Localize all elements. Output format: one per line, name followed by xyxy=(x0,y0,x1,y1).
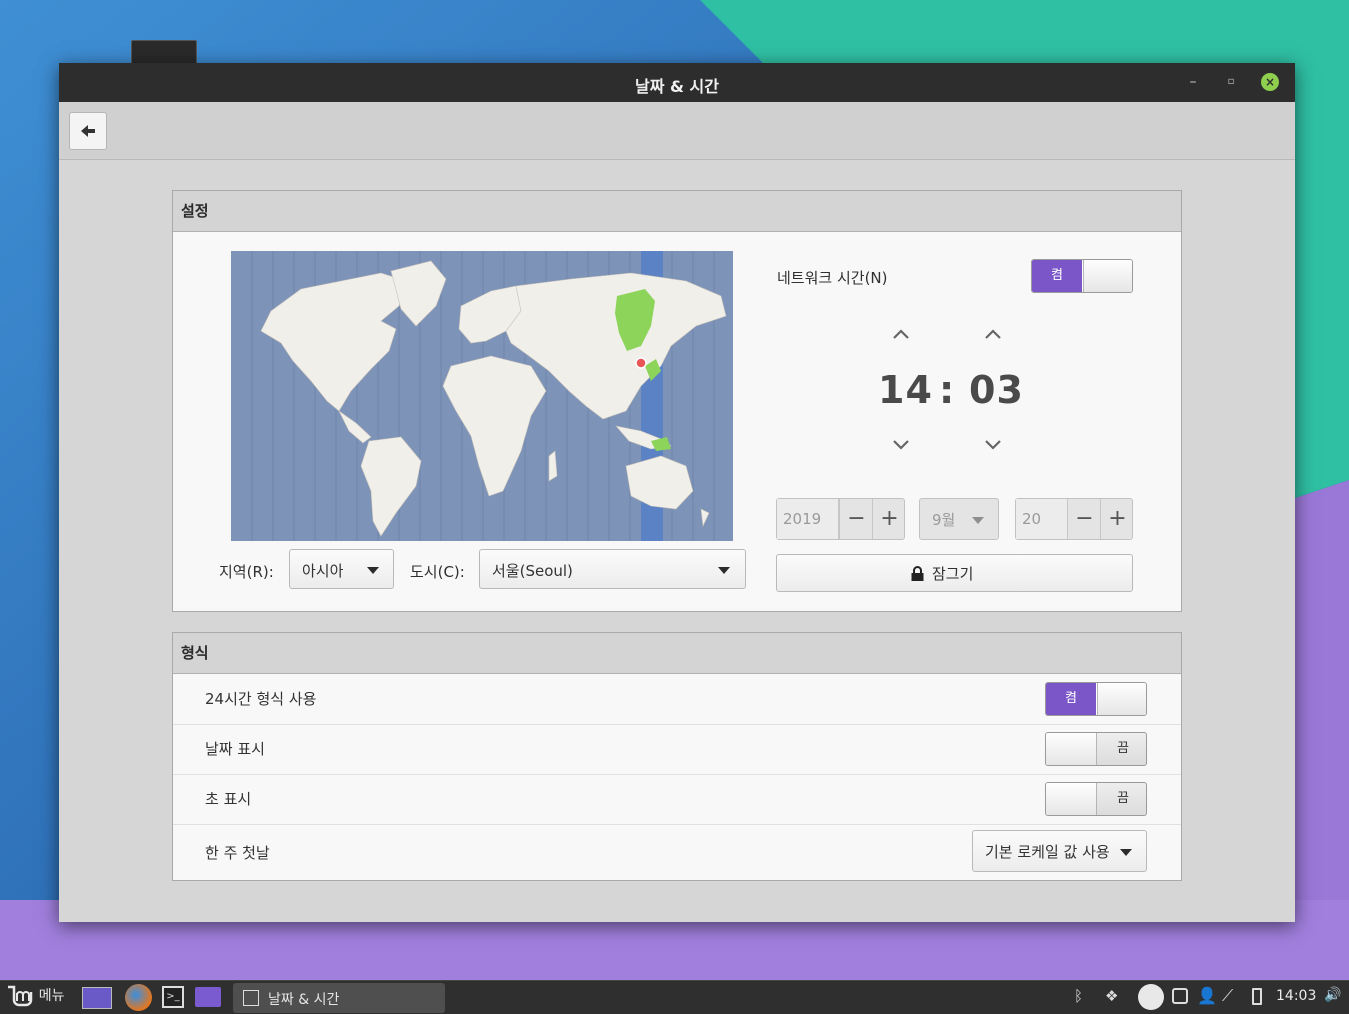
formats-frame: 형식 24시간 형식 사용 켬 날짜 표시 끔 초 표시 끔 한 주 첫날 기본… xyxy=(172,632,1182,881)
switch-off-label: 끔 xyxy=(1117,741,1129,756)
taskbar-panel: 메뉴 >_ 날짜 & 시간 ᛒ ❖ 👤 ⟋ 14:03 🔊 xyxy=(0,980,1349,1014)
lock-button[interactable]: 잠그기 xyxy=(776,554,1133,592)
show-date-switch[interactable]: 끔 xyxy=(1045,732,1147,766)
firefox-icon[interactable] xyxy=(125,984,152,1011)
taskbar-window-label: 날짜 & 시간 xyxy=(268,992,340,1008)
format-row-show-seconds: 초 표시 끔 xyxy=(173,774,1181,825)
day-spinbutton[interactable]: 20 − + xyxy=(1015,498,1133,540)
day-decrement-button[interactable]: − xyxy=(1067,499,1101,539)
switch-knob xyxy=(1083,260,1132,292)
first-weekday-value: 기본 로케일 값 사용 xyxy=(985,843,1110,861)
month-combobox[interactable]: 9월 xyxy=(919,498,999,540)
format-row-show-date: 날짜 표시 끔 xyxy=(173,724,1181,775)
user-icon[interactable]: 👤 xyxy=(1197,986,1217,1011)
window-app-icon xyxy=(243,990,259,1006)
show-seconds-switch[interactable]: 끔 xyxy=(1045,782,1147,816)
region-combobox[interactable]: 아시아 xyxy=(289,549,394,589)
dropbox-icon[interactable]: ❖ xyxy=(1105,987,1118,1012)
folder-icon[interactable] xyxy=(195,987,221,1007)
year-value[interactable]: 2019 xyxy=(777,499,839,539)
switch-knob xyxy=(1046,783,1097,815)
day-increment-button[interactable]: + xyxy=(1100,499,1134,539)
battery-icon[interactable] xyxy=(1252,988,1262,1005)
settings-header: 설정 xyxy=(173,191,1181,232)
first-weekday-combobox[interactable]: 기본 로케일 값 사용 xyxy=(972,830,1147,872)
title-bar[interactable]: 날짜 & 시간 – ▫ × xyxy=(59,63,1295,102)
arrow-left-icon xyxy=(81,125,95,137)
network-time-label: 네트워크 시간(N) xyxy=(777,269,888,287)
taskbar-window-button[interactable]: 날짜 & 시간 xyxy=(233,983,445,1013)
date-time-window: 날짜 & 시간 – ▫ × 설정 지역(R): 아시아 도시(C): 서울(Se… xyxy=(59,63,1295,922)
hour-down-icon[interactable] xyxy=(889,437,913,453)
volume-icon[interactable]: 🔊 xyxy=(1324,987,1341,1012)
row-label: 한 주 첫날 xyxy=(205,844,270,862)
hour-value[interactable]: 14 xyxy=(878,368,933,412)
year-spinbutton[interactable]: 2019 − + xyxy=(776,498,905,540)
city-label: 도시(C): xyxy=(410,563,465,581)
row-label: 24시간 형식 사용 xyxy=(205,690,317,708)
content-area: 설정 지역(R): 아시아 도시(C): 서울(Seoul) 네트워크 시간(N… xyxy=(59,160,1295,922)
format-row-24h: 24시간 형식 사용 켬 xyxy=(173,674,1181,725)
switch-knob xyxy=(1097,683,1146,715)
maximize-icon[interactable]: ▫ xyxy=(1221,72,1241,92)
switch-knob xyxy=(1046,733,1097,765)
chevron-down-icon xyxy=(1120,849,1132,856)
menu-button[interactable]: 메뉴 xyxy=(6,984,65,1009)
hour-up-icon[interactable] xyxy=(889,327,913,343)
switch-on-label: 켬 xyxy=(1032,260,1082,292)
toolbar xyxy=(59,102,1295,160)
row-label: 초 표시 xyxy=(205,790,252,808)
status-circle-icon[interactable] xyxy=(1138,984,1164,1010)
terminal-icon[interactable]: >_ xyxy=(162,986,184,1008)
chevron-down-icon xyxy=(972,517,984,524)
region-label: 지역(R): xyxy=(219,563,274,581)
bluetooth-icon[interactable]: ᛒ xyxy=(1074,987,1083,1012)
city-combobox[interactable]: 서울(Seoul) xyxy=(479,549,746,589)
panel-clock[interactable]: 14:03 xyxy=(1276,988,1316,1013)
minute-value[interactable]: 03 xyxy=(969,368,1024,412)
city-value: 서울(Seoul) xyxy=(492,562,573,580)
formats-header: 형식 xyxy=(173,633,1181,674)
use-24h-switch[interactable]: 켬 xyxy=(1045,682,1147,716)
window-title: 날짜 & 시간 xyxy=(635,77,719,96)
timezone-map[interactable] xyxy=(231,251,733,541)
close-icon[interactable]: × xyxy=(1261,73,1279,91)
show-desktop-icon[interactable] xyxy=(82,987,112,1009)
time-separator: : xyxy=(939,368,956,412)
update-manager-icon[interactable] xyxy=(1172,988,1188,1004)
year-increment-button[interactable]: + xyxy=(872,499,906,539)
switch-on-label: 켬 xyxy=(1046,683,1096,715)
minimize-icon[interactable]: – xyxy=(1183,72,1203,92)
row-label: 날짜 표시 xyxy=(205,740,265,758)
network-time-switch[interactable]: 켬 xyxy=(1031,259,1133,293)
menu-label: 메뉴 xyxy=(38,987,65,1004)
month-value: 9월 xyxy=(932,511,956,529)
chevron-down-icon xyxy=(367,567,379,574)
network-icon[interactable]: ⟋ xyxy=(1222,986,1233,1011)
minute-down-icon[interactable] xyxy=(981,437,1005,453)
settings-frame: 설정 지역(R): 아시아 도시(C): 서울(Seoul) 네트워크 시간(N… xyxy=(172,190,1182,612)
chevron-down-icon xyxy=(718,567,730,574)
mint-logo-icon xyxy=(8,985,33,1007)
format-row-first-weekday: 한 주 첫날 기본 로케일 값 사용 xyxy=(173,824,1181,879)
back-button[interactable] xyxy=(69,112,107,150)
lock-icon xyxy=(911,566,924,581)
day-value[interactable]: 20 xyxy=(1016,499,1068,539)
lock-label: 잠그기 xyxy=(932,565,974,583)
minute-up-icon[interactable] xyxy=(981,327,1005,343)
region-value: 아시아 xyxy=(302,562,344,580)
year-decrement-button[interactable]: − xyxy=(839,499,873,539)
location-pin-icon xyxy=(635,357,647,369)
switch-off-label: 끔 xyxy=(1117,791,1129,806)
